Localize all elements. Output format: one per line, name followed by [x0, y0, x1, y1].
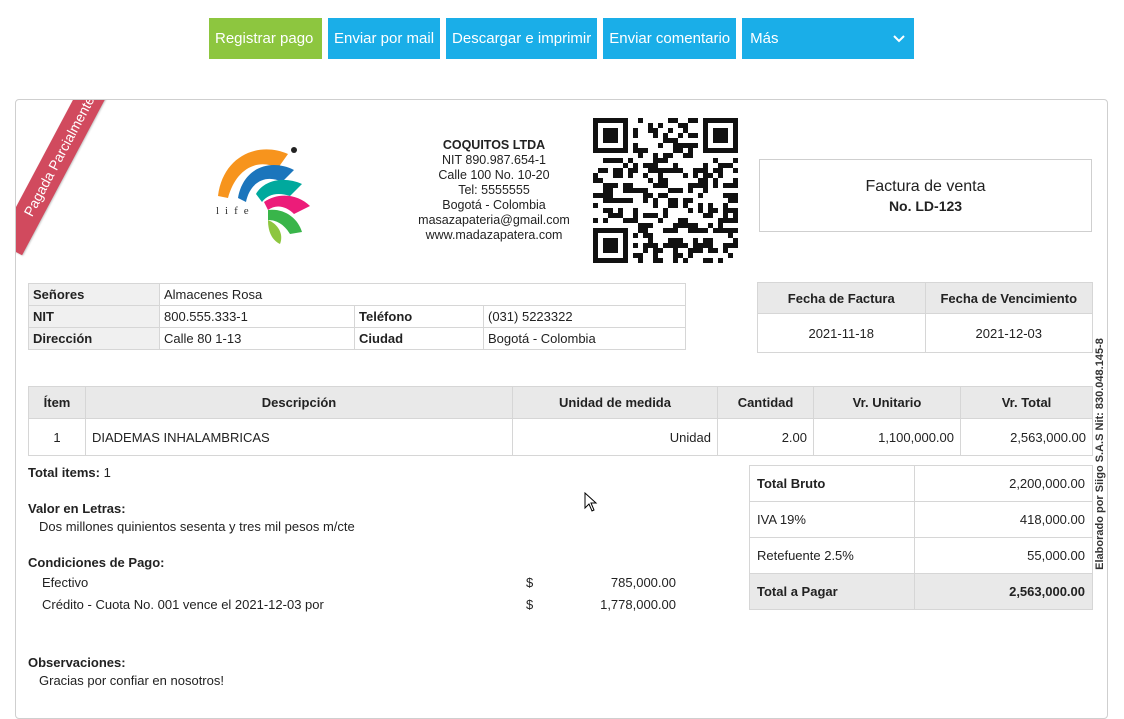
amount-in-words-label: Valor en Letras: — [28, 501, 126, 516]
document-box: Factura de venta No. LD-123 — [759, 159, 1092, 232]
company-nit: NIT 890.987.654-1 — [441, 153, 546, 167]
qr-code-icon — [593, 118, 738, 263]
company-email: masazapateria@gmail.com — [418, 213, 570, 227]
invoice-date: 2021-11-18 — [757, 313, 926, 353]
client-nit: 800.555.333-1 — [159, 305, 355, 328]
client-nit-label: NIT — [28, 305, 160, 328]
due-date: 2021-12-03 — [924, 313, 1093, 353]
totals-row: IVA 19% 418,000.00 — [749, 501, 1093, 538]
table-row: 1 DIADEMAS INHALAMBRICAS Unidad 2.00 1,1… — [28, 418, 1093, 456]
action-toolbar: Registrar pago Enviar por mail Descargar… — [209, 18, 915, 59]
col-unit-price: Vr. Unitario — [813, 386, 961, 419]
cell-unit: Unidad — [512, 418, 718, 456]
client-address: Calle 80 1-13 — [159, 327, 355, 350]
col-quantity: Cantidad — [717, 386, 814, 419]
retention-value: 55,000.00 — [914, 537, 1093, 574]
company-info: COQUITOS LTDA NIT 890.987.654-1 Calle 10… — [394, 138, 594, 243]
col-item: Ítem — [28, 386, 86, 419]
logo-text: life — [216, 205, 255, 217]
client-row: NIT 800.555.333-1 Teléfono (031) 5223322 — [28, 305, 686, 328]
company-logo: life — [216, 147, 310, 244]
dates-value-row: 2021-11-18 2021-12-03 — [757, 313, 1093, 353]
send-mail-button[interactable]: Enviar por mail — [328, 18, 441, 59]
payment-condition-row: Crédito - Cuota No. 001 vence el 2021-12… — [42, 597, 676, 615]
totals-row: Retefuente 2.5% 55,000.00 — [749, 537, 1093, 574]
payment-currency: $ — [526, 597, 534, 612]
invoice-document: Pagada Parcialmente life COQUITOS LTDA N… — [15, 99, 1108, 719]
client-row: Dirección Calle 80 1-13 Ciudad Bogotá - … — [28, 327, 686, 350]
cell-description: DIADEMAS INHALAMBRICAS — [85, 418, 513, 456]
client-phone-label: Teléfono — [354, 305, 484, 328]
payment-desc: Crédito - Cuota No. 001 vence el 2021-12… — [42, 597, 324, 612]
col-total: Vr. Total — [960, 386, 1093, 419]
more-dropdown[interactable]: Más — [742, 18, 915, 59]
client-city: Bogotá - Colombia — [483, 327, 686, 350]
cell-quantity: 2.00 — [717, 418, 814, 456]
company-address: Calle 100 No. 10-20 — [438, 168, 550, 182]
totals-table: Total Bruto 2,200,000.00 IVA 19% 418,000… — [749, 465, 1093, 610]
invoice-date-label: Fecha de Factura — [757, 282, 926, 314]
chevron-down-icon — [893, 34, 905, 42]
gross-total-label: Total Bruto — [749, 465, 915, 502]
company-name: COQUITOS LTDA — [442, 138, 546, 152]
download-print-button[interactable]: Descargar e imprimir — [446, 18, 598, 59]
cell-unit-price: 1,100,000.00 — [813, 418, 961, 456]
cell-total: 2,563,000.00 — [960, 418, 1093, 456]
payment-currency: $ — [526, 575, 534, 590]
client-phone: (031) 5223322 — [483, 305, 686, 328]
payment-conditions-label: Condiciones de Pago: — [28, 555, 165, 570]
client-name-label: Señores — [28, 283, 160, 306]
totals-row: Total a Pagar 2,563,000.00 — [749, 573, 1093, 610]
client-address-label: Dirección — [28, 327, 160, 350]
col-unit: Unidad de medida — [512, 386, 718, 419]
client-city-label: Ciudad — [354, 327, 484, 350]
total-payable: 2,563,000.00 — [914, 573, 1093, 610]
mouse-cursor-icon — [584, 492, 598, 512]
client-info-table: Señores Almacenes Rosa NIT 800.555.333-1… — [28, 283, 686, 350]
iva-label: IVA 19% — [749, 501, 915, 538]
client-name: Almacenes Rosa — [159, 283, 686, 306]
retention-label: Retefuente 2.5% — [749, 537, 915, 574]
dates-table: Fecha de Factura Fecha de Vencimiento 20… — [757, 282, 1093, 353]
payment-desc: Efectivo — [42, 575, 89, 590]
items-table: Ítem Descripción Unidad de medida Cantid… — [28, 386, 1093, 456]
client-row: Señores Almacenes Rosa — [28, 283, 686, 306]
dates-header-row: Fecha de Factura Fecha de Vencimiento — [757, 282, 1093, 314]
gross-total: 2,200,000.00 — [914, 465, 1093, 502]
payment-amount: 785,000.00 — [610, 575, 676, 590]
iva-value: 418,000.00 — [914, 501, 1093, 538]
software-credit: Elaborado por Siigo S.A.S Nit: 830.048.1… — [1094, 338, 1106, 570]
send-comment-button[interactable]: Enviar comentario — [603, 18, 737, 59]
observations-text: Gracias por confiar en nosotros! — [39, 673, 224, 688]
company-city: Bogotá - Colombia — [442, 198, 546, 212]
document-number: No. LD-123 — [888, 198, 963, 214]
total-payable-label: Total a Pagar — [749, 573, 915, 610]
due-date-label: Fecha de Vencimiento — [924, 282, 1093, 314]
register-payment-button[interactable]: Registrar pago — [209, 18, 322, 59]
document-type: Factura de venta — [865, 178, 986, 195]
payment-condition-row: Efectivo $ 785,000.00 — [42, 575, 676, 593]
total-items-label: Total items: — [28, 465, 100, 480]
payment-amount: 1,778,000.00 — [600, 597, 676, 612]
status-ribbon: Pagada Parcialmente — [16, 100, 126, 280]
status-ribbon-label: Pagada Parcialmente — [16, 100, 121, 256]
items-header-row: Ítem Descripción Unidad de medida Cantid… — [28, 386, 1093, 419]
more-dropdown-label: Más — [750, 30, 779, 47]
totals-row: Total Bruto 2,200,000.00 — [749, 465, 1093, 502]
observations-label: Observaciones: — [28, 655, 126, 670]
company-phone: Tel: 5555555 — [458, 183, 530, 197]
total-items: Total items: 1 — [28, 465, 111, 480]
total-items-value: 1 — [103, 465, 111, 480]
amount-in-words: Dos millones quinientos sesenta y tres m… — [39, 519, 355, 534]
company-web: www.madazapatera.com — [425, 228, 563, 242]
cell-item: 1 — [28, 418, 86, 456]
col-description: Descripción — [85, 386, 513, 419]
